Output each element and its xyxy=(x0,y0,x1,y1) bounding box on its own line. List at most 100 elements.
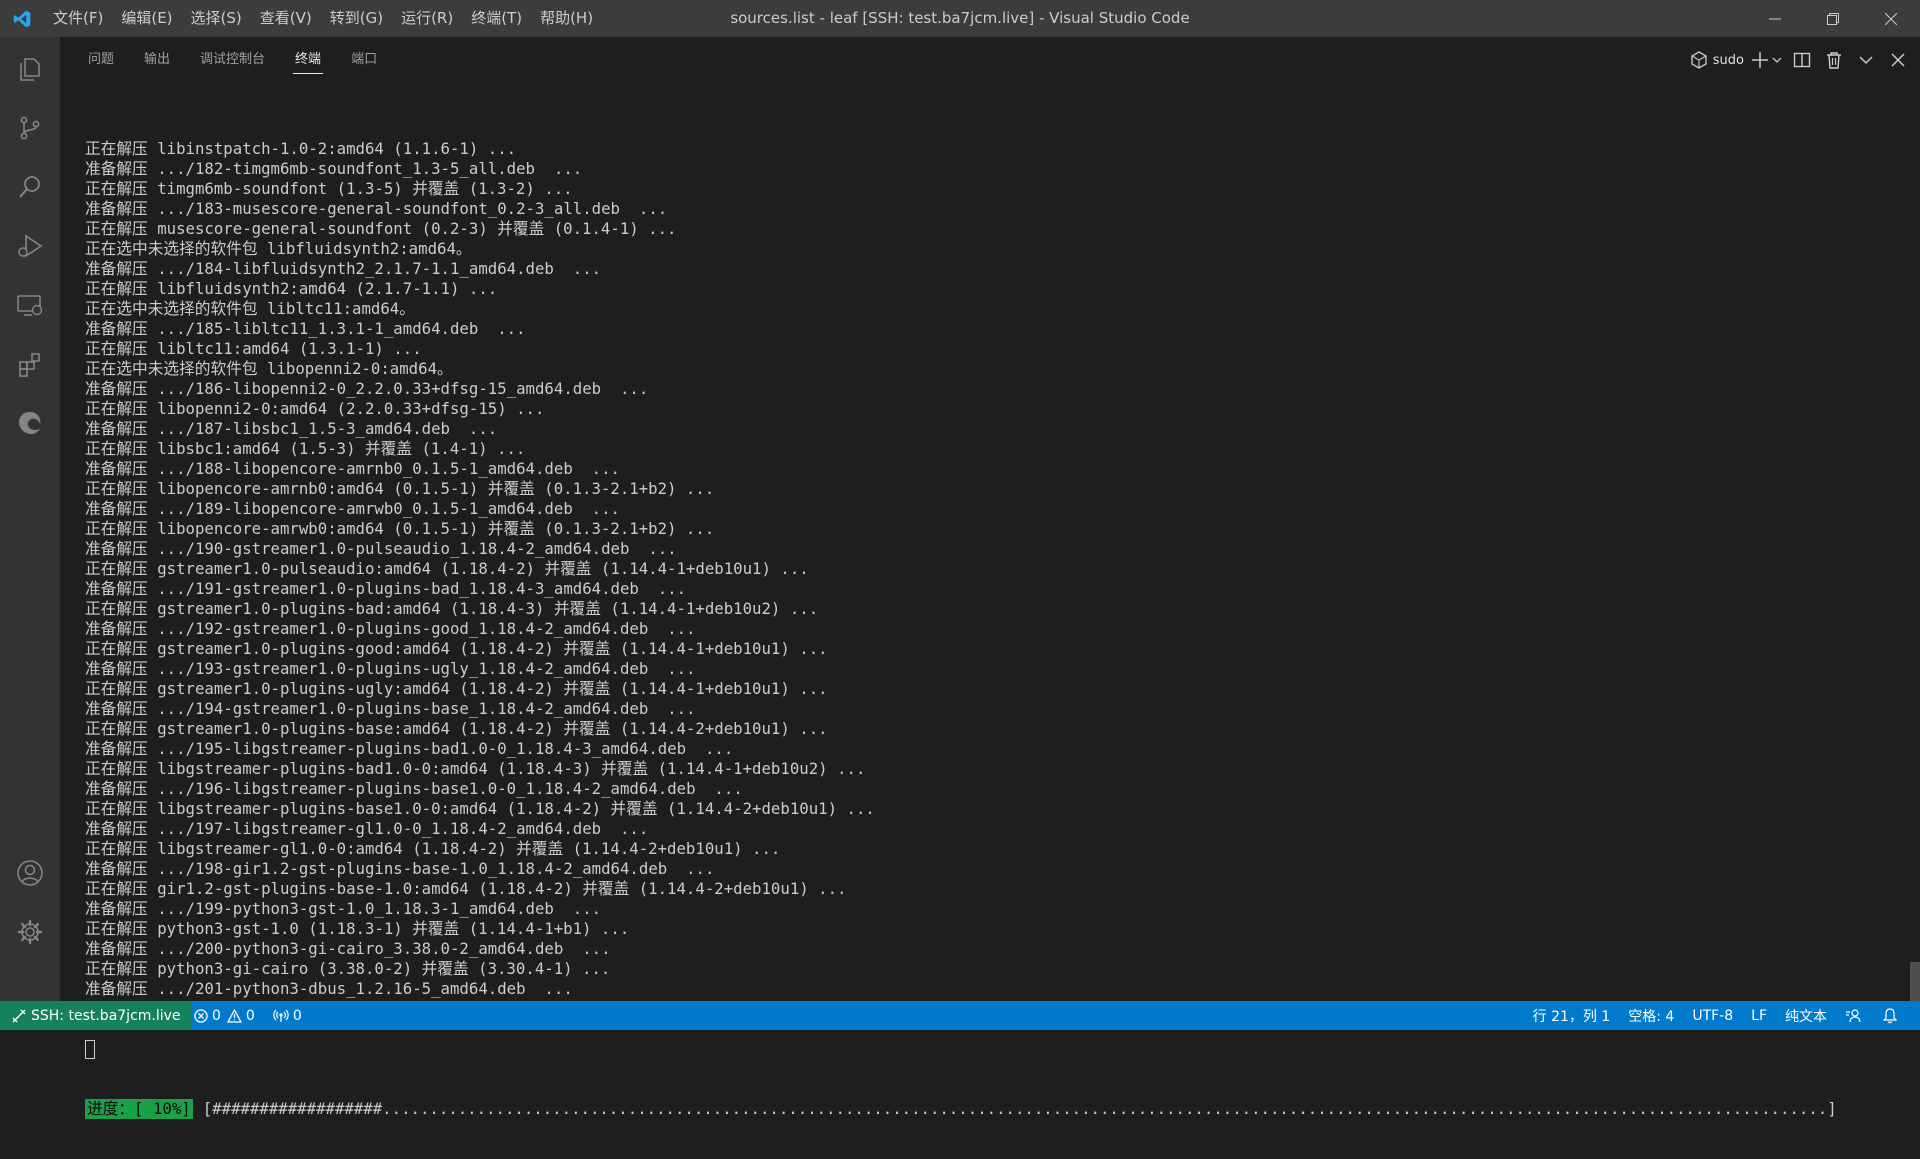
terminal-line: 准备解压 .../201-python3-dbus_1.2.16-5_amd64… xyxy=(85,979,573,998)
terminal-line: 正在解压 libopencore-amrnb0:amd64 (0.1.5-1) … xyxy=(85,479,715,498)
terminal-line: 准备解压 .../198-gir1.2-gst-plugins-base-1.0… xyxy=(85,859,715,878)
feedback-button[interactable] xyxy=(1845,1008,1865,1024)
remote-explorer-icon[interactable] xyxy=(0,281,60,329)
split-terminal-button[interactable] xyxy=(1790,45,1814,75)
settings-gear-icon[interactable] xyxy=(0,908,60,956)
terminal-line: 正在解压 gstreamer1.0-plugins-bad:amd64 (1.1… xyxy=(85,599,819,618)
terminal-line: 正在选中未选择的软件包 libopenni2-0:amd64。 xyxy=(85,359,453,378)
maximize-panel-button[interactable] xyxy=(1854,45,1878,75)
error-count: 0 xyxy=(212,1007,221,1024)
terminal-line: 准备解压 .../192-gstreamer1.0-plugins-good_1… xyxy=(85,619,696,638)
tab-output[interactable]: 输出 xyxy=(142,37,172,83)
problems-status[interactable]: 0 0 xyxy=(194,1008,255,1024)
remote-icon xyxy=(12,1009,26,1022)
encoding[interactable]: UTF-8 xyxy=(1692,1008,1733,1024)
new-terminal-button[interactable] xyxy=(1752,45,1782,75)
terminal-line: 正在解压 musescore-general-soundfont (0.2-3)… xyxy=(85,219,677,238)
terminal-line: 正在解压 libinstpatch-1.0-2:amd64 (1.1.6-1) … xyxy=(85,139,517,158)
plus-chevron-icon xyxy=(1752,52,1782,68)
close-window-button[interactable] xyxy=(1862,0,1920,37)
menu-file[interactable]: 文件(F) xyxy=(44,0,112,37)
terminal-line: 准备解压 .../190-gstreamer1.0-pulseaudio_1.1… xyxy=(85,539,677,558)
menu-edit[interactable]: 编辑(E) xyxy=(112,0,181,37)
terminal-line: 正在解压 python3-gi-cairo (3.38.0-2) 并覆盖 (3.… xyxy=(85,959,611,978)
panel-tabs: 问题 输出 调试控制台 终端 端口 xyxy=(86,37,405,83)
terminal-line: 准备解压 .../200-python3-gi-cairo_3.38.0-2_a… xyxy=(85,939,611,958)
remote-host: SSH: test.ba7jcm.live xyxy=(31,1007,181,1024)
broadcast-icon xyxy=(273,1009,289,1022)
terminal-line: 正在选中未选择的软件包 libltc11:amd64。 xyxy=(85,299,415,318)
edge-icon[interactable] xyxy=(0,399,60,447)
terminal-line: 正在解压 libgstreamer-gl1.0-0:amd64 (1.18.4-… xyxy=(85,839,781,858)
chevron-down-icon xyxy=(1859,56,1873,65)
menu-view[interactable]: 查看(V) xyxy=(251,0,321,37)
explorer-icon[interactable] xyxy=(0,45,60,93)
trash-icon xyxy=(1827,52,1841,69)
vscode-logo-icon[interactable] xyxy=(0,0,44,37)
terminal-line: 正在解压 timgm6mb-soundfont (1.3-5) 并覆盖 (1.3… xyxy=(85,179,573,198)
terminal-line: 正在解压 libsbc1:amd64 (1.5-3) 并覆盖 (1.4-1) .… xyxy=(85,439,526,458)
minimize-icon xyxy=(1769,18,1781,19)
progress-bar: [##################.....................… xyxy=(202,1099,1837,1118)
restore-button[interactable] xyxy=(1804,0,1862,37)
menu-help[interactable]: 帮助(H) xyxy=(531,0,602,37)
indentation[interactable]: 空格: 4 xyxy=(1628,1006,1674,1026)
feedback-icon xyxy=(1846,1008,1861,1022)
close-panel-button[interactable] xyxy=(1886,45,1910,75)
progress-line: 进度：[ 10%] [##################...........… xyxy=(85,1099,1905,1119)
remote-indicator[interactable]: SSH: test.ba7jcm.live xyxy=(0,1001,191,1030)
terminal-line: 准备解压 .../195-libgstreamer-plugins-bad1.0… xyxy=(85,739,734,758)
terminal-line: 准备解压 .../197-libgstreamer-gl1.0-0_1.18.4… xyxy=(85,819,649,838)
menu-bar: 文件(F) 编辑(E) 选择(S) 查看(V) 转到(G) 运行(R) 终端(T… xyxy=(44,0,602,37)
ports-status[interactable]: 0 xyxy=(273,1008,302,1024)
minimize-button[interactable] xyxy=(1746,0,1804,37)
tab-ports[interactable]: 端口 xyxy=(349,37,379,83)
bell-icon xyxy=(1883,1007,1897,1023)
restore-icon xyxy=(1827,12,1839,25)
terminal-line: 正在解压 libgstreamer-plugins-base1.0-0:amd6… xyxy=(85,799,875,818)
panel-header: 问题 输出 调试控制台 终端 端口 sudo xyxy=(60,37,1920,83)
terminal-profile-icon xyxy=(1691,51,1707,69)
tab-terminal[interactable]: 终端 xyxy=(293,37,324,83)
tab-problems[interactable]: 问题 xyxy=(86,37,116,83)
language-mode[interactable]: 纯文本 xyxy=(1785,1006,1827,1026)
source-control-icon[interactable] xyxy=(0,104,60,152)
window-controls xyxy=(1746,0,1920,37)
terminal-selector[interactable]: sudo xyxy=(1690,45,1744,75)
terminal-line: 准备解压 .../191-gstreamer1.0-plugins-bad_1.… xyxy=(85,579,687,598)
menu-terminal[interactable]: 终端(T) xyxy=(462,0,531,37)
terminal-line: 准备解压 .../189-libopencore-amrwb0_0.1.5-1_… xyxy=(85,499,620,518)
menu-go[interactable]: 转到(G) xyxy=(321,0,392,37)
terminal-line: 正在解压 python3-gst-1.0 (1.18.3-1) 并覆盖 (1.1… xyxy=(85,919,630,938)
split-icon xyxy=(1793,52,1811,68)
end-of-line[interactable]: LF xyxy=(1751,1008,1767,1024)
notifications-button[interactable] xyxy=(1883,1007,1901,1024)
close-icon xyxy=(1885,12,1897,25)
terminal-line: 准备解压 .../183-musescore-general-soundfont… xyxy=(85,199,668,218)
extensions-icon[interactable] xyxy=(0,340,60,388)
terminal-line: 正在解压 libfluidsynth2:amd64 (2.1.7-1.1) ..… xyxy=(85,279,498,298)
menu-run[interactable]: 运行(R) xyxy=(392,0,462,37)
kill-terminal-button[interactable] xyxy=(1822,45,1846,75)
run-debug-icon[interactable] xyxy=(0,222,60,270)
tab-debug-console[interactable]: 调试控制台 xyxy=(198,37,267,83)
cursor-position[interactable]: 行 21，列 1 xyxy=(1533,1006,1611,1026)
search-icon[interactable] xyxy=(0,163,60,211)
terminal-cursor xyxy=(85,1040,95,1059)
warning-count: 0 xyxy=(245,1007,255,1024)
close-icon xyxy=(1891,53,1905,67)
terminal-line: 正在解压 libgstreamer-plugins-bad1.0-0:amd64… xyxy=(85,759,866,778)
terminal-line: 准备解压 .../182-timgm6mb-soundfont_1.3-5_al… xyxy=(85,159,583,178)
terminal-cursor-line xyxy=(85,1039,1905,1059)
terminal-line: 准备解压 .../188-libopencore-amrnb0_0.1.5-1_… xyxy=(85,459,620,478)
terminal-scrollbar[interactable] xyxy=(1910,962,1920,1002)
terminal-line: 准备解压 .../186-libopenni2-0_2.2.0.33+dfsg-… xyxy=(85,379,649,398)
status-right: 行 21，列 1 空格: 4 UTF-8 LF 纯文本 xyxy=(1524,1001,1910,1030)
error-icon xyxy=(194,1008,208,1023)
terminal-line: 正在解压 gir1.2-gst-plugins-base-1.0:amd64 (… xyxy=(85,879,847,898)
account-icon[interactable] xyxy=(0,849,60,897)
menu-selection[interactable]: 选择(S) xyxy=(182,0,251,37)
panel-actions: sudo xyxy=(1682,37,1910,83)
terminal-line: 准备解压 .../194-gstreamer1.0-plugins-base_1… xyxy=(85,699,696,718)
terminal-output[interactable]: 正在解压 libinstpatch-1.0-2:amd64 (1.1.6-1) … xyxy=(85,99,1905,1159)
